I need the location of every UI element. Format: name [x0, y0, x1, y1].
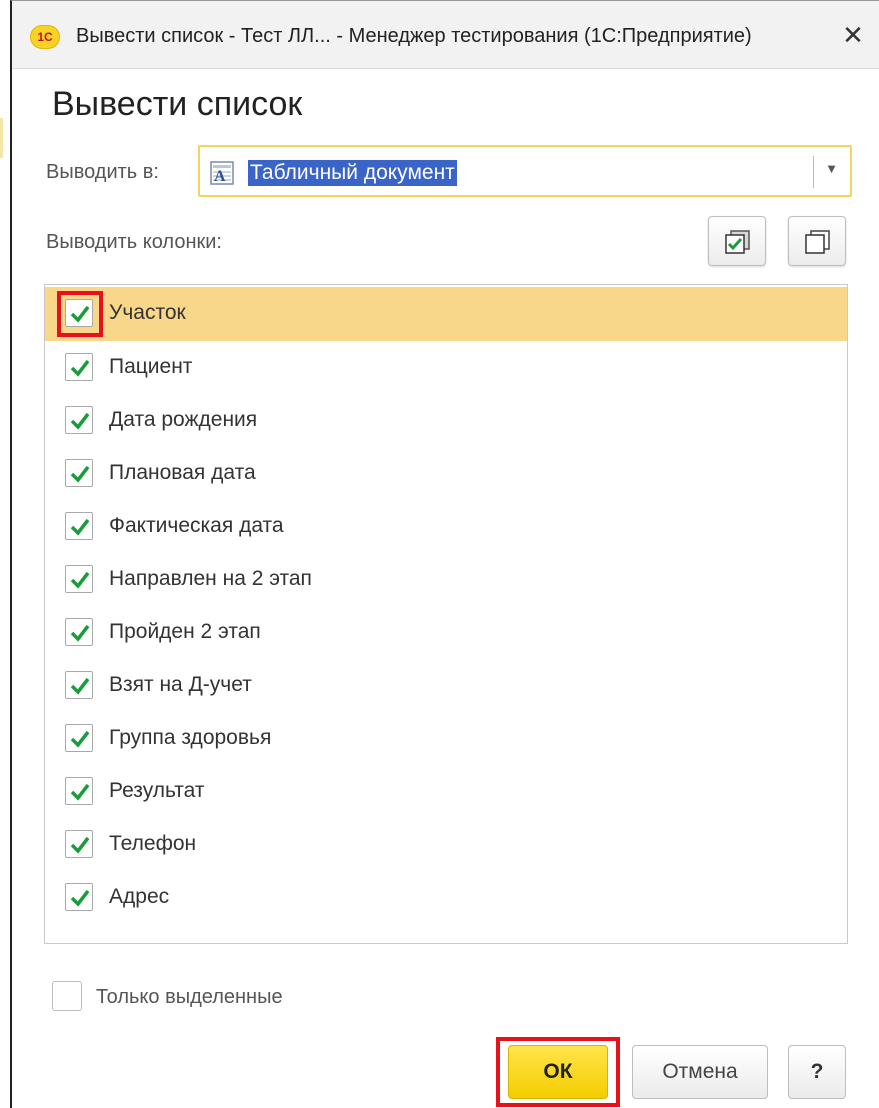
column-label: Фактическая дата: [109, 514, 284, 537]
list-item[interactable]: Направлен на 2 этап: [45, 553, 847, 607]
column-checkbox[interactable]: [65, 565, 93, 593]
red-highlight-frame: [57, 291, 103, 337]
output-to-label: Выводить в:: [46, 161, 159, 183]
column-label: Адрес: [109, 885, 170, 908]
title-bar[interactable]: 1С Вывести список - Тест ЛЛ... - Менедже…: [12, 1, 879, 69]
column-label: Направлен на 2 этап: [109, 567, 312, 590]
checkmark-icon: [70, 571, 90, 589]
column-label: Группа здоровья: [109, 726, 272, 749]
app-logo-icon: 1С: [30, 25, 60, 49]
ok-button[interactable]: ОК: [508, 1045, 608, 1099]
column-checkbox[interactable]: [65, 618, 93, 646]
list-item[interactable]: Телефон: [45, 818, 847, 872]
checkmark-icon: [70, 730, 90, 748]
list-item[interactable]: Взят на Д-учет: [45, 659, 847, 713]
checkmark-icon: [70, 624, 90, 642]
checkmark-icon: [70, 412, 90, 430]
list-item[interactable]: Фактическая дата: [45, 500, 847, 554]
column-label: Пройден 2 этап: [109, 620, 261, 643]
checkmark-icon: [70, 889, 90, 907]
column-label: Телефон: [109, 832, 197, 855]
uncheck-all-button[interactable]: [788, 216, 846, 266]
output-to-select[interactable]: A Табличный документ ▼: [198, 145, 852, 197]
checkmark-icon: [70, 677, 90, 695]
background-marker: [0, 118, 3, 158]
svg-text:A: A: [214, 168, 226, 185]
column-checkbox[interactable]: [65, 671, 93, 699]
column-label: Плановая дата: [109, 461, 256, 484]
column-label: Участок: [109, 301, 186, 324]
list-item[interactable]: Адрес: [45, 871, 847, 925]
list-item[interactable]: Плановая дата: [45, 447, 847, 501]
column-checkbox[interactable]: [65, 777, 93, 805]
close-button[interactable]: ✕: [835, 17, 871, 53]
checkmark-icon: [70, 783, 90, 801]
checkmark-icon: [70, 518, 90, 536]
column-label: Результат: [109, 779, 205, 802]
column-checkbox[interactable]: [65, 724, 93, 752]
list-item[interactable]: Дата рождения: [45, 394, 847, 448]
check-all-button[interactable]: [708, 216, 766, 266]
list-item[interactable]: Участок: [45, 287, 847, 341]
select-divider: [813, 156, 814, 188]
column-label: Пациент: [109, 355, 193, 378]
only-selected-label[interactable]: Только выделенные: [96, 986, 283, 1009]
help-button[interactable]: ?: [788, 1045, 846, 1099]
spreadsheet-document-icon: A: [210, 161, 234, 185]
column-checkbox[interactable]: [65, 883, 93, 911]
list-item[interactable]: Группа здоровья: [45, 712, 847, 766]
column-checkbox[interactable]: [65, 512, 93, 540]
chevron-down-icon[interactable]: ▼: [825, 161, 838, 176]
uncheck-all-icon: [805, 230, 830, 254]
column-checkbox[interactable]: [65, 830, 93, 858]
dialog-window: 1С Вывести список - Тест ЛЛ... - Менедже…: [10, 0, 879, 1108]
window-title: Вывести список - Тест ЛЛ... - Менеджер т…: [76, 25, 752, 47]
column-checkbox[interactable]: [65, 459, 93, 487]
column-label: Дата рождения: [109, 408, 258, 431]
checkmark-icon: [70, 836, 90, 854]
cancel-button[interactable]: Отмена: [632, 1045, 768, 1099]
checkmark-icon: [70, 465, 90, 483]
columns-list[interactable]: Участок Пациент Дата рождения Плановая д…: [44, 284, 848, 944]
background-page-edge: [0, 0, 10, 1108]
column-label: Взят на Д-учет: [109, 673, 252, 696]
column-checkbox[interactable]: [65, 406, 93, 434]
check-all-icon: [725, 230, 750, 254]
list-item[interactable]: Пройден 2 этап: [45, 606, 847, 660]
output-to-value[interactable]: Табличный документ: [248, 160, 457, 186]
list-item[interactable]: Результат: [45, 765, 847, 819]
only-selected-checkbox[interactable]: [52, 981, 82, 1011]
output-columns-label: Выводить колонки:: [46, 231, 222, 253]
list-item[interactable]: Пациент: [45, 341, 847, 395]
checkmark-icon: [70, 359, 90, 377]
column-checkbox[interactable]: [65, 353, 93, 381]
form-title: Вывести список: [52, 85, 303, 123]
